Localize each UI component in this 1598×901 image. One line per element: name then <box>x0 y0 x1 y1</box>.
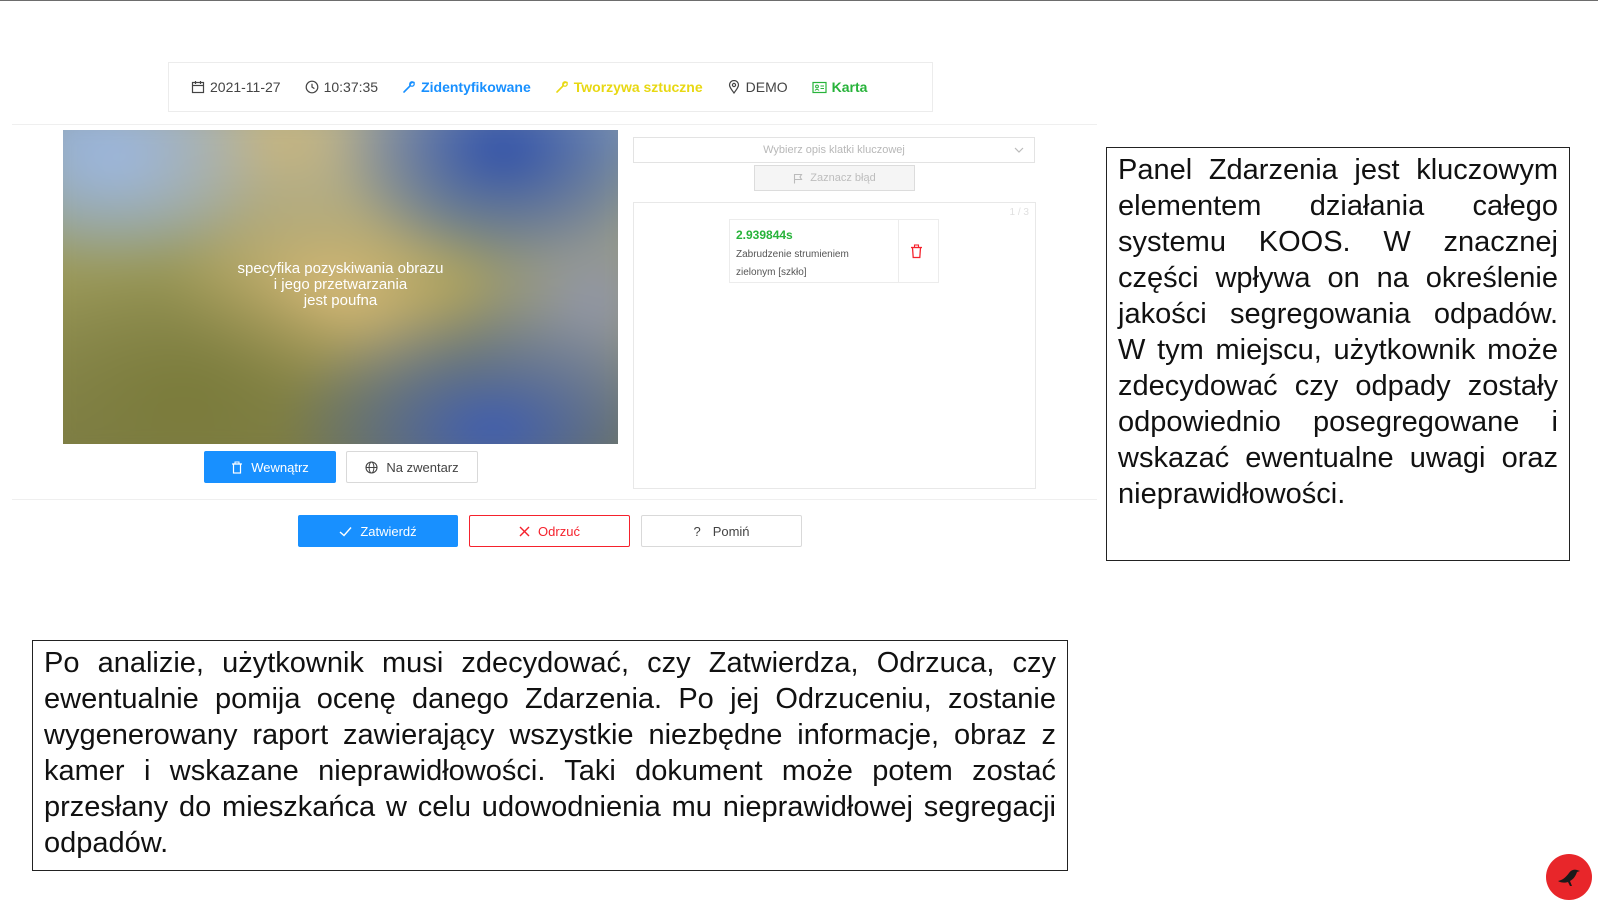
event-info-bar: 2021-11-27 10:37:35 Zidentyfikowane Twor… <box>168 62 933 112</box>
close-icon <box>519 526 530 536</box>
event-location: DEMO <box>727 79 788 95</box>
event-status[interactable]: Zidentyfikowane <box>402 79 531 95</box>
globe-icon <box>365 460 378 474</box>
decision-description-box: Po analizie, użytkownik musi zdecydować,… <box>32 640 1068 871</box>
id-card-icon <box>812 81 827 93</box>
panel-description-box: Panel Zdarzenia jest kluczowym elementem… <box>1106 147 1570 561</box>
approve-button[interactable]: Zatwierdź <box>298 515 458 547</box>
event-status-label: Zidentyfikowane <box>421 79 531 95</box>
map-pin-icon <box>728 80 739 94</box>
event-time-value: 10:37:35 <box>323 79 379 95</box>
divider <box>12 499 1097 500</box>
question-icon: ? <box>693 523 701 539</box>
skip-label: Pomiń <box>712 523 750 539</box>
event-location-value: DEMO <box>745 79 788 95</box>
event-card[interactable]: 2.939844s Zabrudzenie strumieniem zielon… <box>729 219 939 283</box>
clock-icon <box>305 80 318 94</box>
pager: 1 / 3 <box>1009 207 1029 218</box>
image-overlay-line: i jego przetwarzania <box>273 276 408 293</box>
event-card-label: Karta <box>831 79 868 95</box>
event-list-panel: 1 / 3 2.939844s Zabrudzenie strumieniem … <box>633 202 1036 489</box>
image-overlay-text: specyfika pozyskiwania obrazu i jego prz… <box>63 261 618 309</box>
event-date: 2021-11-27 <box>191 79 281 95</box>
keyframe-description-select[interactable]: Wybierz opis klatki kluczowej <box>633 137 1035 163</box>
outside-view-label: Na zwentarz <box>386 459 459 475</box>
skip-button[interactable]: ? Pomiń <box>641 515 802 547</box>
wrench-icon <box>403 81 415 93</box>
wrench-icon <box>555 81 568 93</box>
event-description: Zabrudzenie strumieniem zielonym [szkło] <box>736 249 849 278</box>
card-divider <box>898 220 899 282</box>
image-overlay-line: jest poufna <box>303 292 378 309</box>
trash-icon <box>232 461 243 474</box>
trash-icon <box>911 244 922 259</box>
event-category-label: Tworzywa sztuczne <box>573 79 703 95</box>
inside-view-label: Wewnątrz <box>251 459 309 475</box>
slide: 2021-11-27 10:37:35 Zidentyfikowane Twor… <box>0 0 1598 901</box>
event-timestamp: 2.939844s <box>736 228 793 242</box>
event-time: 10:37:35 <box>305 79 379 95</box>
bird-logo <box>1546 854 1592 900</box>
flag-icon <box>794 173 803 183</box>
approve-label: Zatwierdź <box>360 523 417 539</box>
reject-button[interactable]: Odrzuć <box>469 515 630 547</box>
reject-label: Odrzuć <box>538 523 580 539</box>
mark-error-label: Zaznacz błąd <box>810 172 876 184</box>
bird-icon <box>1558 869 1580 886</box>
mark-error-button[interactable]: Zaznacz błąd <box>754 165 915 191</box>
divider <box>12 124 1097 125</box>
event-category[interactable]: Tworzywa sztuczne <box>555 79 703 95</box>
inside-view-button[interactable]: Wewnątrz <box>204 451 336 483</box>
delete-event-button[interactable] <box>910 244 923 264</box>
event-date-value: 2021-11-27 <box>210 79 281 95</box>
check-icon <box>339 526 352 536</box>
event-image: specyfika pozyskiwania obrazu i jego prz… <box>63 130 618 444</box>
outside-view-button[interactable]: Na zwentarz <box>346 451 478 483</box>
image-overlay-line: specyfika pozyskiwania obrazu <box>237 260 444 277</box>
event-card-link[interactable]: Karta <box>812 79 868 95</box>
keyframe-select-placeholder: Wybierz opis klatki kluczowej <box>763 144 905 156</box>
calendar-icon <box>191 81 205 94</box>
chevron-down-icon <box>1014 147 1024 153</box>
